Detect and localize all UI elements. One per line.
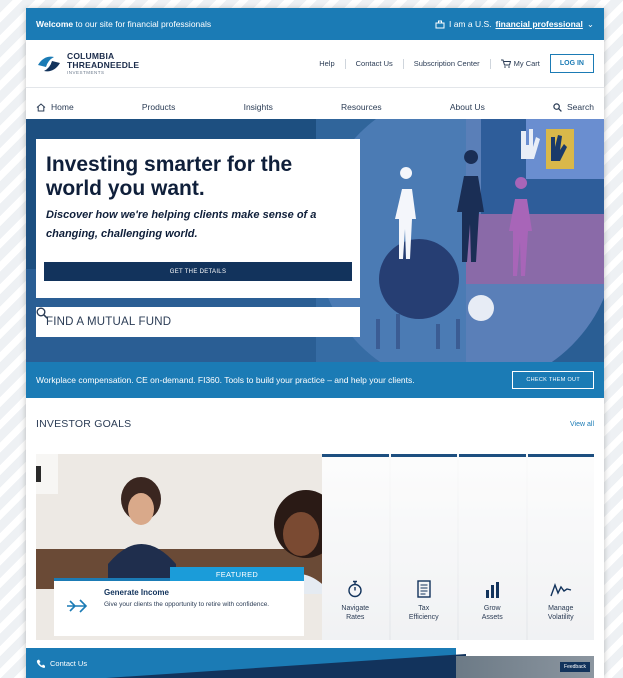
tile-tax-efficiency[interactable]: Tax Efficiency [390, 454, 457, 640]
login-button[interactable]: LOG IN [549, 54, 594, 73]
promo-bar: Workplace compensation. CE on-demand. FI… [26, 362, 604, 398]
tile-navigate-rates[interactable]: Navigate Rates [322, 454, 389, 640]
logo-mark-icon [38, 56, 60, 71]
investor-goals-header: INVESTOR GOALS View all [36, 418, 594, 430]
utility-links: Help Contact Us Subscription Center My C… [319, 54, 594, 73]
tile-manage-volatility[interactable]: Manage Volatility [527, 454, 594, 640]
identity-link[interactable]: financial professional [495, 19, 582, 29]
brand-name-line3: INVESTMENTS [67, 70, 105, 75]
nav-products-label: Products [141, 102, 176, 112]
hero-title: Investing smarter for the world you want… [46, 153, 293, 200]
divider [344, 58, 346, 69]
featured-card[interactable]: FEATURED Generate Income Give your clien… [54, 567, 304, 636]
nav-home-label: Home [51, 102, 74, 112]
hero-subtitle: Discover how we're helping clients make … [46, 209, 317, 240]
wave-icon [550, 582, 571, 597]
nav-resources-label: Resources [341, 102, 382, 112]
arrow-right-icon [67, 599, 88, 613]
stopwatch-icon [348, 580, 362, 598]
contact-link[interactable]: Contact Us [356, 59, 393, 68]
featured-title: Generate Income [104, 588, 169, 597]
nav-about[interactable]: About Us [450, 102, 485, 112]
browser-page: Welcome to our site for financial profes… [26, 8, 604, 678]
feedback-button[interactable]: Feedback [560, 662, 590, 672]
tile-label: Manage Volatility [547, 605, 574, 621]
nav-insights[interactable]: Insights [244, 102, 273, 112]
brand-logo[interactable]: COLUMBIA THREADNEEDLE INVESTMENTS [36, 52, 139, 75]
brand-name-line2: THREADNEEDLE [67, 60, 140, 70]
phone-icon [36, 659, 45, 668]
chevron-down-icon: ⌄ [586, 18, 594, 29]
help-link[interactable]: Help [319, 59, 334, 68]
featured-description: Give your clients the opportunity to ret… [104, 601, 270, 608]
divider [402, 58, 404, 69]
cart-icon [500, 59, 511, 68]
welcome-message: Welcome to our site for financial profes… [36, 19, 211, 29]
decorative-stripe [106, 654, 466, 678]
identity-prefix: I am a U.S. [448, 19, 492, 29]
promo-text: Workplace compensation. CE on-demand. FI… [36, 375, 415, 385]
bar-chart-icon [486, 582, 500, 598]
tile-grow-assets[interactable]: Grow Assets [459, 454, 526, 640]
cart-link[interactable]: My Cart [500, 59, 540, 68]
fund-search-placeholder: FIND A MUTUAL FUND [46, 316, 172, 328]
nav-resources[interactable]: Resources [341, 102, 382, 112]
view-all-link[interactable]: View all [570, 421, 594, 428]
tile-label: Tax Efficiency [408, 605, 439, 621]
nav-products[interactable]: Products [142, 102, 176, 112]
cart-label: My Cart [513, 59, 540, 68]
divider [489, 58, 491, 69]
site-header: COLUMBIA THREADNEEDLE INVESTMENTS Help C… [26, 40, 604, 88]
hero-banner: Investing smarter for the world you want… [26, 119, 604, 362]
nav-search-label: Search [567, 102, 594, 112]
contact-us-label: Contact Us [50, 658, 88, 668]
bottom-strip: Contact Us Feedback [26, 648, 604, 678]
home-icon [36, 102, 46, 111]
featured-goal[interactable]: FEATURED Generate Income Give your clien… [36, 454, 322, 640]
welcome-text: to our site for financial professionals [75, 19, 212, 29]
search-icon [553, 102, 562, 112]
check-them-out-button[interactable]: CHECK THEM OUT [512, 371, 594, 389]
nav-home[interactable]: Home [36, 102, 74, 112]
subscription-center-link[interactable]: Subscription Center [414, 59, 480, 68]
document-icon [417, 580, 431, 598]
professional-icon [435, 20, 445, 28]
welcome-bold: Welcome [36, 19, 74, 29]
featured-badge: FEATURED [170, 567, 304, 581]
tile-label: Navigate Rates [341, 605, 370, 621]
nav-about-label: About Us [449, 102, 485, 112]
nav-search[interactable]: Search [553, 102, 594, 112]
identity-selector[interactable]: I am a U.S. financial professional ⌄ [435, 19, 594, 30]
goal-tiles: Navigate Rates Tax Efficiency Grow Asset… [322, 454, 594, 640]
search-icon [36, 307, 48, 319]
contact-us-bar[interactable]: Contact Us [26, 648, 466, 678]
nav-insights-label: Insights [243, 102, 273, 112]
mutual-fund-search[interactable]: FIND A MUTUAL FUND [36, 307, 360, 337]
feedback-panel: Feedback [456, 656, 594, 678]
tile-label: Grow Assets [481, 605, 503, 621]
get-details-button[interactable]: GET THE DETAILS [44, 262, 352, 281]
investor-goals-title: INVESTOR GOALS [36, 418, 132, 430]
top-banner: Welcome to our site for financial profes… [26, 8, 604, 40]
hero-card: Investing smarter for the world you want… [36, 139, 360, 298]
